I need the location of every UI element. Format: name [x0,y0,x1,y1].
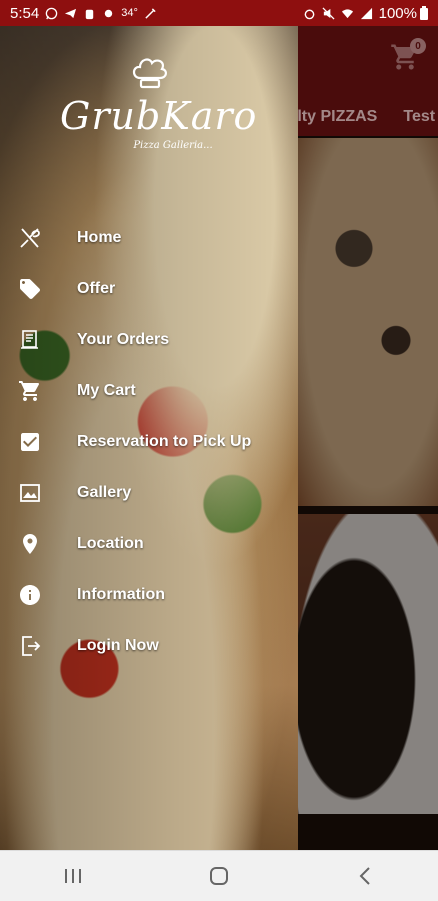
cart-icon [18,379,42,403]
drawer-item-label: Home [77,228,122,246]
home-icon [210,867,228,885]
recents-button[interactable] [53,861,93,891]
status-right: 100% [303,5,428,22]
drawer-item-my-cart[interactable]: My Cart [0,365,298,416]
drawer-item-label: Login Now [77,636,159,654]
drawer-item-label: Location [77,534,144,552]
login-icon [18,634,42,658]
battery-percent: 100% [378,4,417,22]
drawer-menu: Home Offer Your Orders My Cart Reservati… [0,212,298,671]
drawer-item-label: Information [77,585,165,603]
drawer-item-information[interactable]: Information [0,569,298,620]
recents-icon [65,869,81,883]
telegram-icon [65,8,77,18]
image-icon [18,481,42,505]
drawer-item-login[interactable]: Login Now [0,620,298,671]
checkbox-icon [18,430,42,454]
tag-icon [18,277,42,301]
info-icon [18,583,42,607]
drawer-item-label: My Cart [77,381,136,399]
drawer-item-label: Gallery [77,483,132,501]
chef-hat-icon [132,58,167,89]
back-icon [359,867,370,885]
fork-knife-icon [18,226,42,250]
drawer-item-label: Your Orders [77,330,170,348]
location-pin-icon [18,532,42,556]
wifi-icon [341,8,353,18]
brand-logo: GrubKaro Pizza Galleria... [60,56,258,196]
drawer-item-label: Reservation to Pick Up [77,432,252,450]
logo-title: GrubKaro [60,94,258,138]
alarm-icon [304,9,314,19]
tools-icon [145,7,156,19]
drawer-item-gallery[interactable]: Gallery [0,467,298,518]
back-button[interactable] [345,861,385,891]
drawer-item-reservation[interactable]: Reservation to Pick Up [0,416,298,467]
status-time: 5:54 [10,4,40,22]
drawer-item-home[interactable]: Home [0,212,298,263]
scrim-overlay[interactable] [298,26,438,850]
home-button[interactable] [199,861,239,891]
weather-icon [104,9,113,17]
status-temperature: 34° [121,7,138,19]
drawer-item-your-orders[interactable]: Your Orders [0,314,298,365]
drawer-item-label: Offer [77,279,116,297]
navigation-drawer: GrubKaro Pizza Galleria... Home Offer Yo… [0,26,298,850]
drawer-item-offer[interactable]: Offer [0,263,298,314]
hand-icon [85,9,94,19]
signal-icon [360,7,372,19]
whatsapp-icon [45,7,58,19]
drawer-item-location[interactable]: Location [0,518,298,569]
mute-icon [322,6,335,20]
receipt-icon [18,328,42,352]
system-navigation-bar [0,850,438,901]
logo-subtitle: Pizza Galleria... [133,140,213,151]
status-left: 5:54 34° [10,5,157,22]
status-bar: 5:54 34° 100% [0,0,438,26]
status-battery: 100% [379,5,428,22]
battery-icon [420,6,428,20]
